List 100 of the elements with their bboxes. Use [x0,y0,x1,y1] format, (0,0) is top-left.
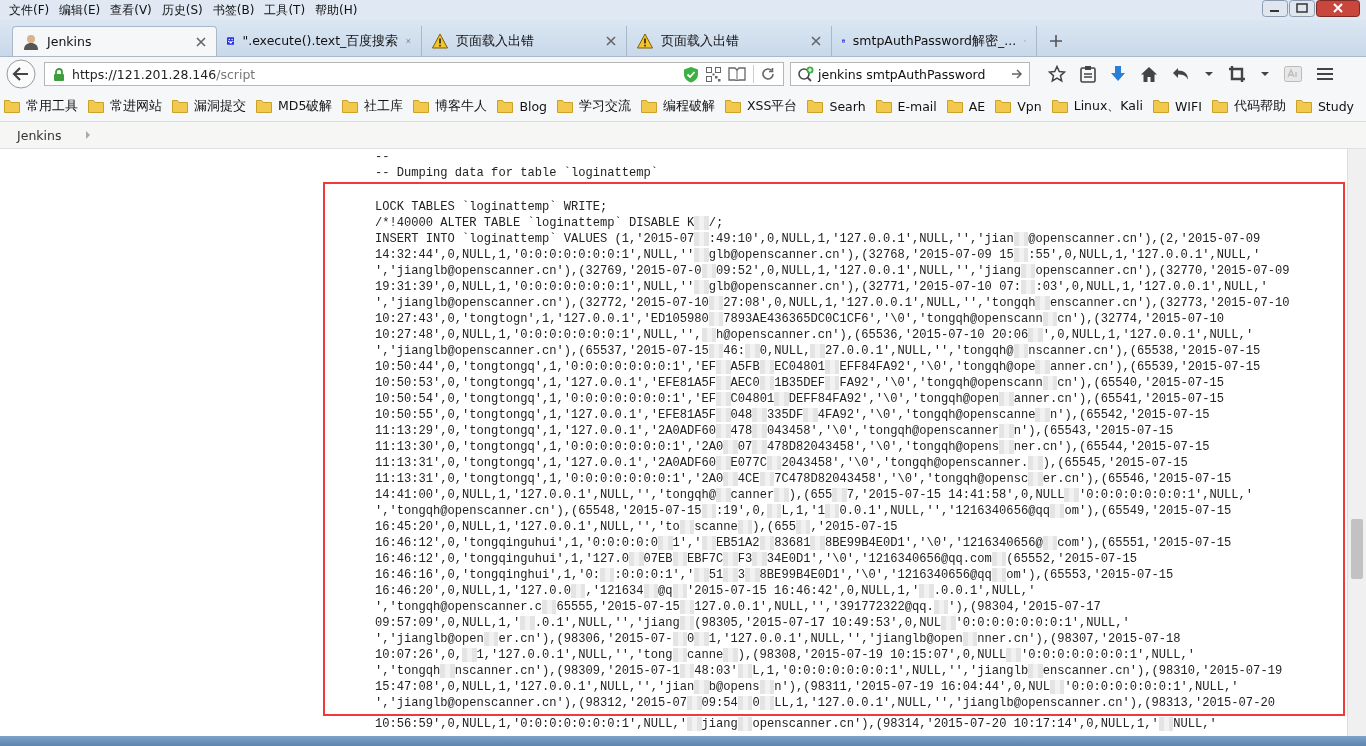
bookmark-folder[interactable]: 常进网站 [88,97,162,115]
folder-icon [342,99,359,113]
scrollbar-thumb[interactable] [1351,519,1363,579]
redaction-mark [824,375,840,390]
home-icon[interactable] [1140,65,1158,83]
menu-item[interactable]: 历史(S) [156,1,208,19]
maximize-icon[interactable] [1289,0,1315,17]
redaction-mark [774,391,789,406]
undo-icon[interactable] [1172,66,1190,82]
code-text: '0:0:0:0:0:0:0:1',NULL,' [1064,680,1239,694]
redaction-mark [679,599,695,614]
code-text: 16:46:16',0,'tongqinghui',1,'0: [375,568,600,582]
folder-icon [1051,99,1068,113]
bookmark-folder[interactable]: Vpn [995,98,1042,114]
redaction-mark [759,359,775,374]
bookmark-folder[interactable]: 代码帮助 [1211,97,1286,115]
code-text: E077C [730,456,767,470]
close-icon[interactable] [606,36,616,46]
redaction-mark [672,583,688,598]
lock-icon [53,67,65,81]
code-text: 10:50:55',0,'tongtongq',1,'127.0.0.1','EFE81A5F [375,408,717,422]
bookmark-folder[interactable]: 常用工具 [4,97,78,115]
shield-icon[interactable] [683,65,699,83]
go-arrow-icon[interactable] [1011,68,1023,80]
bookmark-folder[interactable]: Study [1295,98,1354,114]
menu-item[interactable]: 编辑(E) [54,1,106,19]
bookmark-folder[interactable]: Linux、Kali [1051,97,1143,115]
redaction-mark [737,663,753,678]
reload-icon[interactable] [761,67,775,81]
browser-tab[interactable]: 页面载入出错 [422,26,627,56]
close-icon[interactable] [196,36,206,47]
code-text: n'),(98311,'2015-07-19 16:04:44',0,NUL [774,680,1050,694]
menu-item[interactable]: 工具(T) [259,1,311,19]
menu-item[interactable]: 文件(F) [4,1,55,19]
star-icon[interactable] [1048,65,1066,83]
redaction-mark [1020,279,1036,294]
bookmark-folder[interactable]: 漏洞提交 [172,97,246,115]
menu-item[interactable]: 帮助(H) [310,1,363,19]
warning-icon [637,33,653,49]
crop-icon[interactable] [1228,65,1246,83]
redaction-mark [1049,503,1065,518]
code-text: 7,'2015-07-15 14:41:58',0,NULL [846,488,1065,502]
bookmark-folder[interactable]: Searh [807,98,866,114]
code-text: 127.0.0.1',NULL,'','391772322@qq. [694,600,934,614]
redaction-mark [687,695,702,710]
new-tab-icon[interactable] [1049,34,1063,48]
code-text: EFF84FA92','\0','tongqh@ope [839,360,1036,374]
bookmark-folder[interactable]: AE [946,98,986,114]
reader-icon[interactable] [728,67,746,81]
bookmark-folder[interactable]: MD5破解 [256,97,333,115]
code-text: 0 [752,696,760,710]
code-text: EB51A2 [716,536,760,550]
redaction-mark [737,716,753,731]
code-text: '2015-07-15 16:46:42',0,NULL,1,' [687,584,920,598]
menu-item[interactable]: 书签(B) [207,1,260,19]
back-icon[interactable] [6,59,36,89]
redaction-mark [832,487,847,502]
browser-tab[interactable]: 页面载入出错 [627,26,832,56]
bookmark-folder[interactable]: 学习交流 [557,97,631,115]
close-icon[interactable] [811,36,821,46]
address-field[interactable]: https://121.201.28.146/script [44,62,784,86]
redaction-mark [716,423,731,438]
dropdown-icon[interactable] [1204,71,1214,77]
folder-icon [995,99,1012,113]
breadcrumb-link[interactable]: Jenkins [17,127,62,143]
code-text: 51 [708,568,724,582]
bookmark-folder[interactable]: Blog [497,98,547,114]
menu-item[interactable]: 查看(V) [105,1,157,19]
browser-tab[interactable]: smtpAuthPassword解密_... [832,26,1037,56]
code-text: 10:27:48',0,NULL,1,'0:0:0:0:0:0:0:1',NULL,'', [375,328,702,342]
folder-icon [725,99,741,113]
qr-code-icon[interactable] [706,66,721,82]
bookmark-folder[interactable]: 社工库 [342,97,404,115]
browser-tab[interactable]: ".execute().text_百度搜索 [217,26,422,56]
redaction-mark [694,279,709,294]
download-icon[interactable] [1110,65,1126,83]
code-text: EBF7C [687,552,724,566]
minimize-icon[interactable] [1262,0,1288,17]
code-text: ),(655 [788,488,833,502]
code-text: 09:54 [701,696,738,710]
bookmark-folder[interactable]: WIFI [1152,98,1202,114]
scrollbar[interactable] [1347,149,1366,736]
bookmark-folder[interactable]: 编程破解 [641,97,715,115]
browser-tab[interactable]: Jenkins [12,26,217,56]
bookmark-folder[interactable]: E-mail [875,98,937,114]
clipboard-icon[interactable] [1080,65,1096,83]
folder-icon [88,99,104,113]
search-field[interactable]: jenkins smtpAuthPassword [790,62,1030,86]
bookmark-folder[interactable]: XSS平台 [725,97,798,115]
bookmark-folder[interactable]: 博客牛人 [413,97,488,115]
close-icon[interactable] [1316,0,1360,17]
redaction-mark [462,647,477,662]
code-text: 83681 [774,536,811,550]
redaction-mark [708,295,724,310]
menu-icon[interactable] [1316,67,1334,81]
code-text: 10:56:59',0,NULL,1,'0:0:0:0:0:0:0:1',NULL,' [375,717,688,731]
code-text: 19:31:39',0,NULL,1,'0:0:0:0:0:0:0:1',NULL,'' [375,280,695,294]
code-text: 3 [737,568,746,582]
redaction-mark [701,263,717,278]
dropdown-icon[interactable] [1260,71,1270,77]
